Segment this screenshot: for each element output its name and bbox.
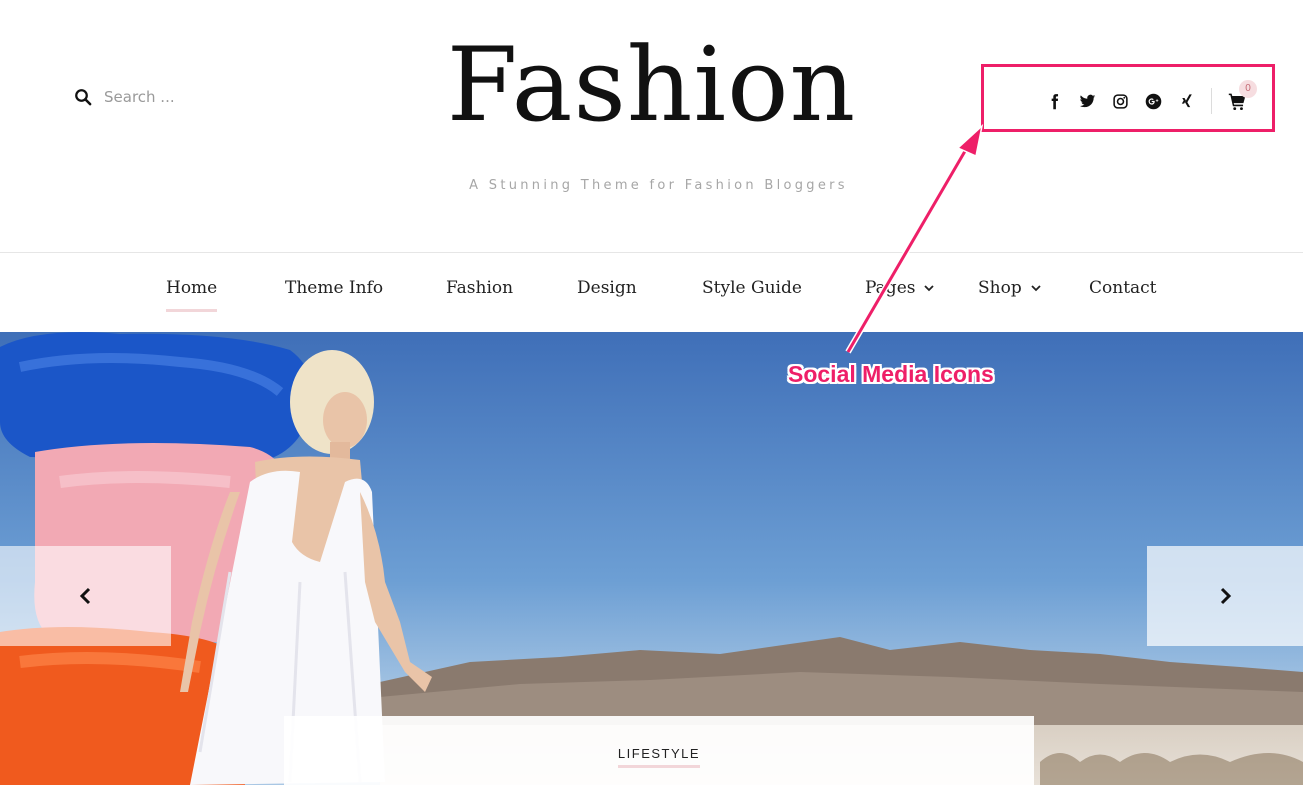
- social-divider: [1211, 88, 1212, 114]
- nav-item-design[interactable]: Design: [577, 278, 637, 298]
- slider-prev-button[interactable]: [0, 546, 171, 646]
- instagram-icon[interactable]: [1108, 89, 1132, 113]
- nav-item-label: Pages: [865, 278, 916, 298]
- chevron-right-icon: [1220, 587, 1232, 605]
- annotation-label: Social Media Icons: [788, 361, 994, 387]
- nav-item-home[interactable]: Home: [166, 278, 218, 312]
- facebook-icon[interactable]: [1042, 89, 1066, 113]
- twitter-icon[interactable]: [1075, 89, 1099, 113]
- hero-slider: LIFESTYLE: [0, 332, 1303, 785]
- nav-item-shop[interactable]: Shop: [978, 278, 1042, 298]
- slide-caption: LIFESTYLE: [284, 716, 1034, 785]
- xing-icon[interactable]: [1174, 89, 1198, 113]
- nav-item-label: Fashion: [446, 278, 514, 298]
- site-tagline: A Stunning Theme for Fashion Bloggers: [469, 178, 848, 193]
- nav-item-fashion[interactable]: Fashion: [446, 278, 513, 298]
- cart-button[interactable]: 0: [1224, 80, 1257, 113]
- nav-item-label: Design: [577, 278, 637, 298]
- nav-item-label: Shop: [978, 278, 1022, 298]
- nav-item-label: Style Guide: [702, 278, 802, 298]
- chevron-left-icon: [79, 587, 90, 605]
- chevron-down-icon: [1031, 285, 1041, 292]
- site-header: Search ... Fashion A Stunning Theme for …: [0, 0, 1303, 252]
- nav-item-label: Theme Info: [285, 278, 384, 298]
- main-navigation: Home Theme Info Fashion Design Style Gui…: [0, 252, 1303, 332]
- nav-item-label: Home: [166, 278, 218, 298]
- google-plus-icon[interactable]: [1141, 89, 1165, 113]
- slider-next-button[interactable]: [1147, 546, 1303, 646]
- nav-item-theme-info[interactable]: Theme Info: [285, 278, 383, 298]
- nav-item-pages[interactable]: Pages: [865, 278, 935, 298]
- cart-count-badge: 0: [1239, 80, 1257, 98]
- nav-item-label: Contact: [1089, 278, 1157, 298]
- slide-category-link[interactable]: LIFESTYLE: [617, 746, 701, 768]
- social-media-icons: 0: [1042, 80, 1257, 114]
- chevron-down-icon: [924, 285, 935, 292]
- nav-item-contact[interactable]: Contact: [1089, 278, 1157, 298]
- nav-item-style-guide[interactable]: Style Guide: [702, 278, 802, 298]
- site-title[interactable]: Fashion: [0, 29, 1303, 142]
